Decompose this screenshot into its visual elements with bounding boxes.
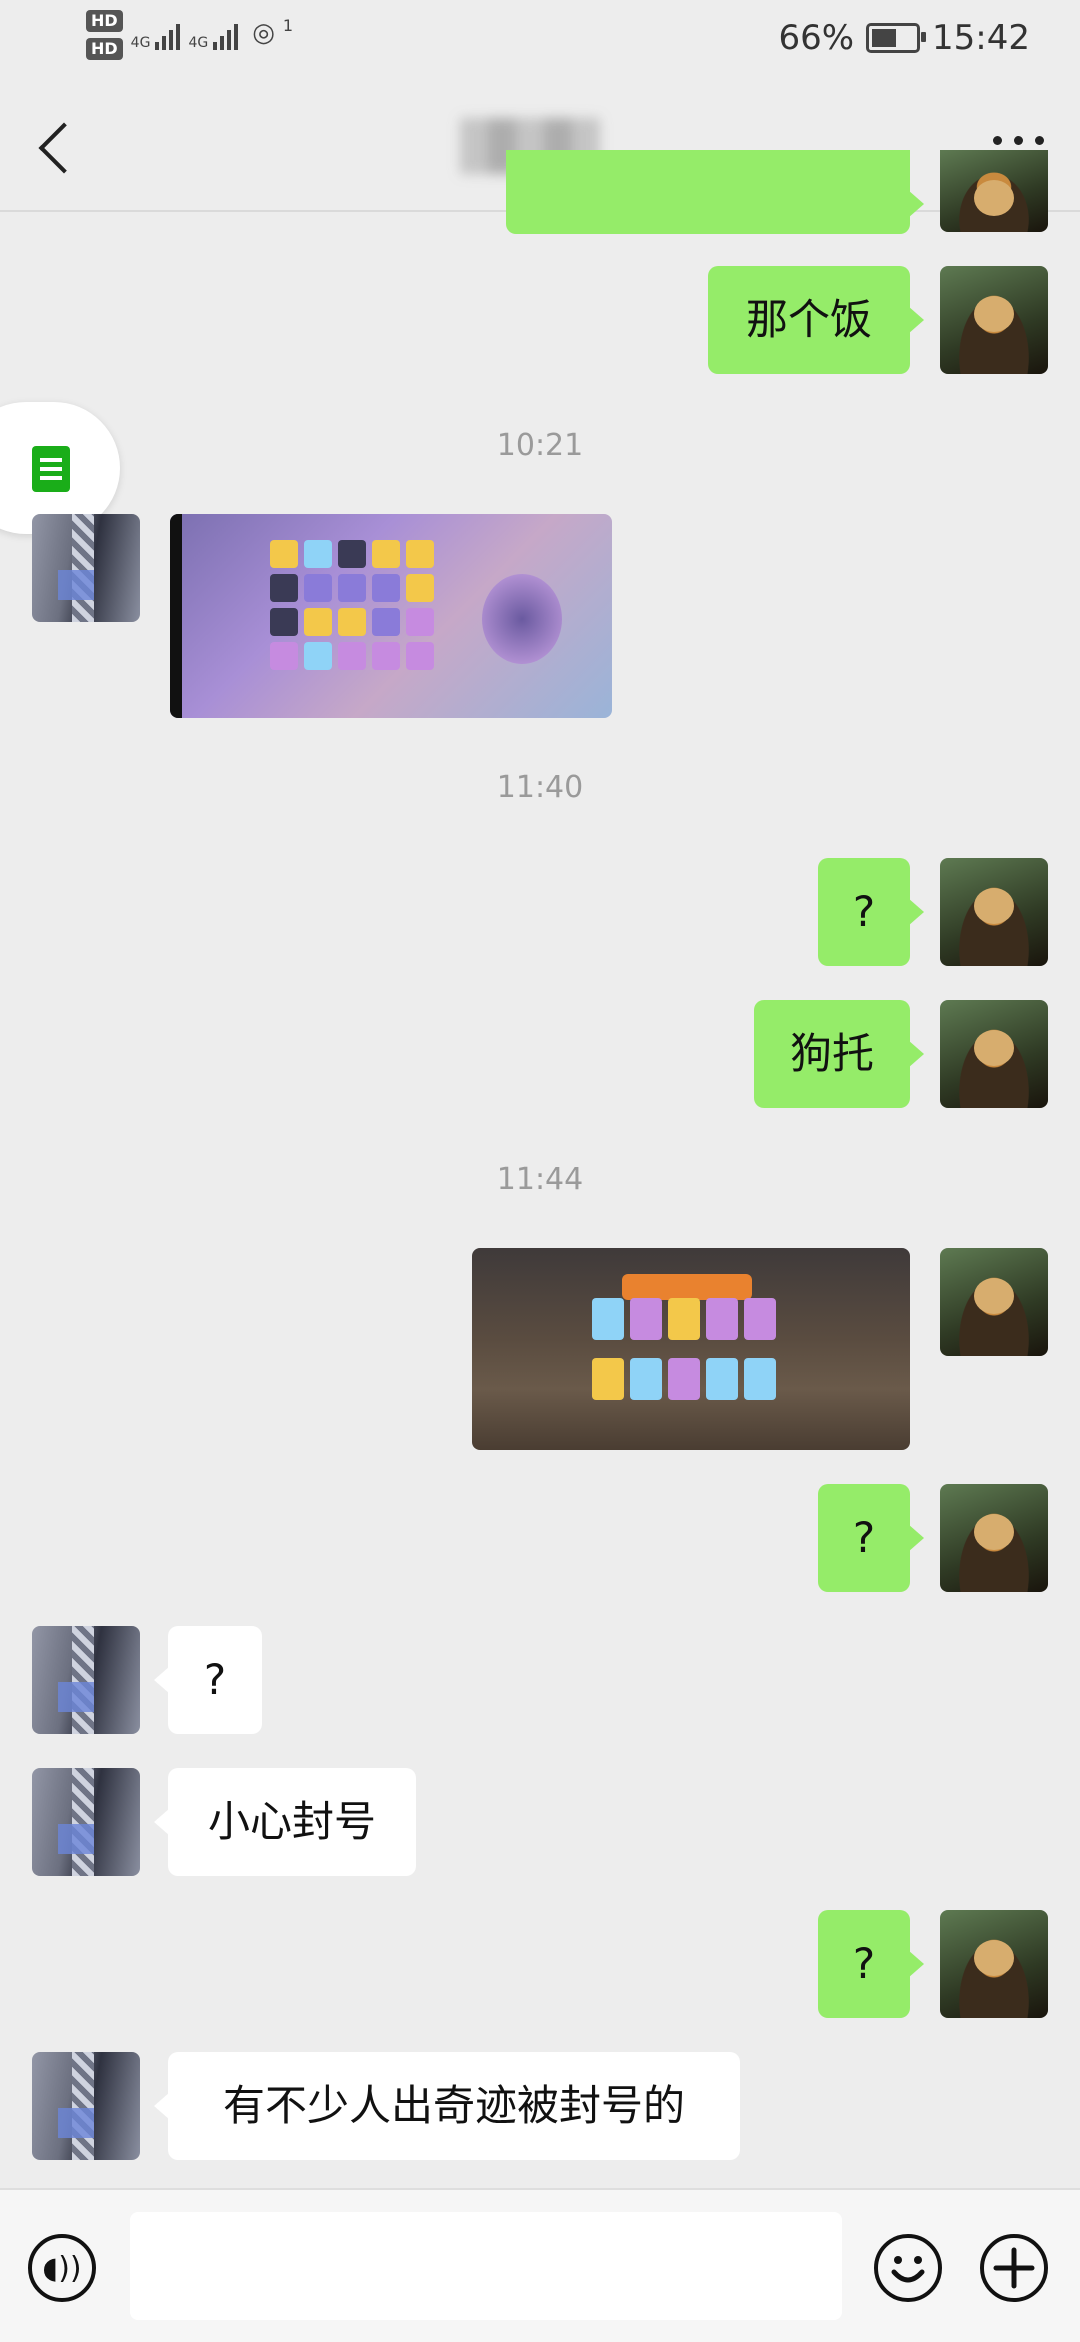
avatar-self[interactable] [940, 1248, 1048, 1356]
timestamp: 11:44 [496, 1162, 584, 1197]
message-bubble[interactable]: 那个饭 [708, 266, 924, 374]
message-bubble[interactable]: 小心封号 [154, 1768, 416, 1876]
message-bubble[interactable]: 狗托 [754, 1000, 924, 1108]
avatar-contact[interactable] [32, 514, 140, 622]
avatar-self[interactable] [940, 1484, 1048, 1592]
signal-icon-2: 4G [188, 24, 239, 51]
avatar-self[interactable] [940, 150, 1048, 232]
message-bubble-cutoff[interactable] [506, 150, 924, 234]
avatar-self[interactable] [940, 1910, 1048, 2018]
plus-glyph [993, 2247, 1035, 2289]
emoji-icon[interactable] [874, 2234, 942, 2302]
hotspot-icon: ◎ [252, 18, 275, 48]
battery-icon [866, 23, 927, 53]
message-bubble[interactable]: ? [818, 858, 924, 966]
smile-glyph [891, 2256, 925, 2283]
avatar-self[interactable] [940, 858, 1048, 966]
network-type-2: 4G [188, 35, 209, 51]
avatar-contact[interactable] [32, 1768, 140, 1876]
signal-icon-1: 4G [131, 24, 181, 50]
network-indicators: HD HD 4G 4G ◎ 1 [86, 10, 293, 60]
message-bubble[interactable]: ? [154, 1626, 262, 1734]
voice-icon[interactable]: ◖)) [28, 2234, 96, 2302]
hd-badge-2: HD [86, 38, 123, 60]
clock: 15:42 [932, 18, 1030, 58]
message-input[interactable] [130, 2212, 842, 2320]
image-message[interactable] [170, 514, 612, 718]
avatar-self[interactable] [940, 1000, 1048, 1108]
timestamp: 11:40 [496, 770, 584, 805]
avatar-self[interactable] [940, 266, 1048, 374]
message-bubble[interactable]: ? [818, 1910, 924, 2018]
status-right: 66% 15:42 [778, 18, 1030, 58]
avatar-contact[interactable] [32, 1626, 140, 1734]
status-bar: HD HD 4G 4G ◎ 1 66% 15:42 [0, 0, 1080, 80]
timestamp: 10:21 [496, 428, 584, 463]
message-bubble[interactable]: ? [818, 1484, 924, 1592]
plus-icon[interactable] [980, 2234, 1048, 2302]
hd-badge-1: HD [86, 10, 123, 32]
more-icon[interactable] [993, 136, 1044, 145]
message-bubble[interactable]: 有不少人出奇迹被封号的 [154, 2052, 740, 2160]
avatar-contact[interactable] [32, 2052, 140, 2160]
network-type-1: 4G [130, 35, 151, 51]
back-icon[interactable] [30, 120, 80, 180]
hotspot-count: 1 [282, 16, 294, 35]
battery-percent: 66% [778, 18, 855, 58]
input-bar: ◖)) [0, 2188, 1080, 2342]
image-message[interactable] [472, 1248, 910, 1450]
